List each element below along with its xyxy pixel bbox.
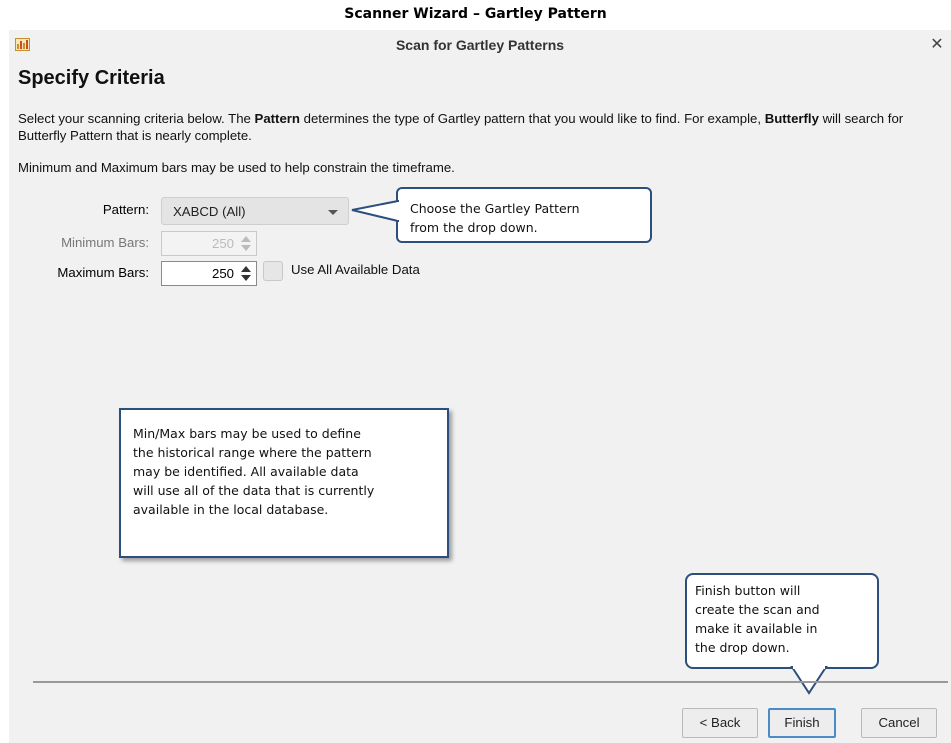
min-bars-value: 250 (211, 236, 234, 251)
footer-divider (33, 681, 948, 683)
cancel-button[interactable]: Cancel (861, 708, 937, 738)
use-all-data-label[interactable]: Use All Available Data (291, 262, 420, 277)
document-title: Scanner Wizard – Gartley Pattern (344, 6, 607, 22)
close-icon[interactable]: ✕ (927, 34, 947, 56)
pattern-callout: Choose the Gartley Pattern from the drop… (396, 187, 652, 243)
pattern-label: Pattern: (102, 202, 149, 217)
pattern-callout-text: Choose the Gartley Pattern from the drop… (410, 201, 580, 235)
max-bars-value: 250 (211, 266, 234, 281)
chevron-down-icon (328, 210, 338, 215)
timeframe-description: Minimum and Maximum bars may be used to … (18, 160, 455, 175)
back-button[interactable]: < Back (682, 708, 758, 738)
finish-button[interactable]: Finish (768, 708, 836, 738)
bars-callout: Min/Max bars may be used to define the h… (119, 408, 449, 558)
stepper-arrows-icon[interactable] (241, 266, 251, 281)
min-bars-label: Minimum Bars: (61, 235, 149, 250)
pattern-term: Pattern (254, 111, 300, 126)
scan-dialog: Scan for Gartley Patterns ✕ Specify Crit… (9, 30, 951, 743)
max-bars-stepper[interactable]: 250 (161, 261, 257, 286)
max-bars-label: Maximum Bars: (57, 265, 149, 280)
finish-callout: Finish button will create the scan and m… (685, 573, 879, 669)
use-all-data-checkbox[interactable] (263, 261, 283, 281)
page-heading: Specify Criteria (18, 67, 165, 89)
criteria-description: Select your scanning criteria below. The… (18, 110, 938, 144)
stepper-arrows-icon[interactable] (241, 236, 251, 251)
min-bars-stepper[interactable]: 250 (161, 231, 257, 256)
description-text: determines the type of Gartley pattern t… (299, 111, 765, 126)
pattern-select-value: XABCD (All) (173, 204, 246, 219)
bars-callout-text: Min/Max bars may be used to define the h… (133, 426, 375, 517)
callout-pointer (351, 200, 400, 222)
dialog-title: Scan for Gartley Patterns (395, 37, 565, 53)
finish-callout-text: Finish button will create the scan and m… (695, 583, 820, 655)
description-text: Select your scanning criteria below. The (18, 111, 255, 126)
pattern-select[interactable]: XABCD (All) (161, 197, 349, 225)
dialog-titlebar: Scan for Gartley Patterns ✕ (9, 30, 951, 60)
butterfly-term: Butterfly (764, 111, 819, 126)
